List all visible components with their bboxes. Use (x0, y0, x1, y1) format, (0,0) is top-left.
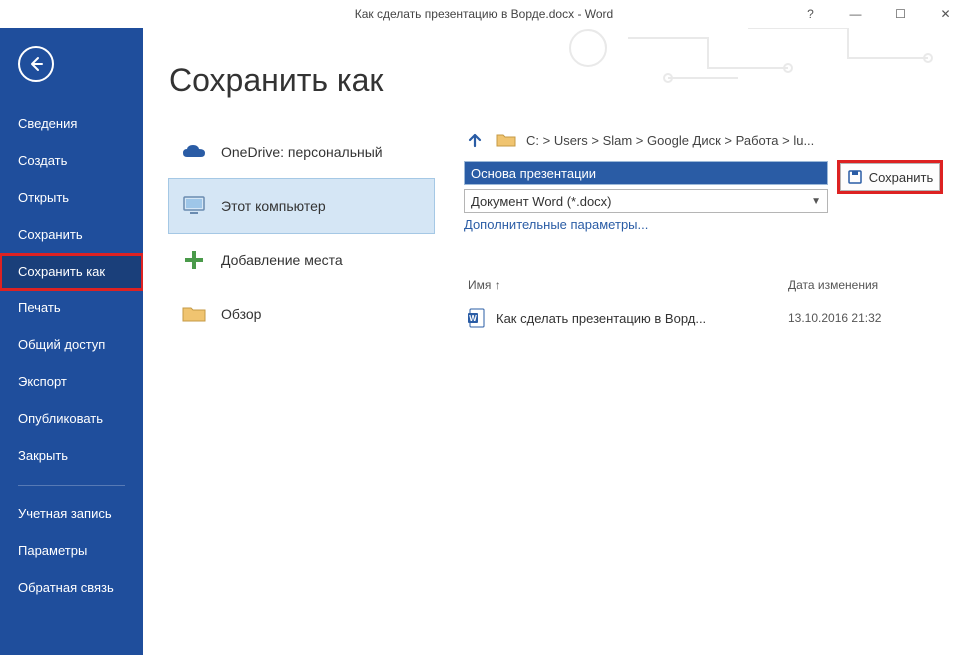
file-date: 13.10.2016 21:32 (788, 311, 938, 325)
window-controls: ? — ☐ ✕ (788, 0, 968, 28)
maximize-button[interactable]: ☐ (878, 0, 923, 28)
save-button[interactable]: Сохранить (840, 163, 940, 191)
arrow-left-icon (28, 56, 44, 72)
onedrive-icon (181, 139, 207, 165)
location-label: Этот компьютер (221, 198, 326, 214)
breadcrumb: C: > Users > Slam > Google Диск > Работа… (464, 129, 942, 151)
save-locations: OneDrive: персональный Этот компьютер Доба… (169, 125, 434, 341)
addplace-icon (181, 247, 207, 273)
minimize-button[interactable]: — (833, 0, 878, 28)
sidebar-item-9[interactable]: Закрыть (0, 438, 143, 475)
sidebar-item-7[interactable]: Экспорт (0, 364, 143, 401)
save-details: C: > Users > Slam > Google Диск > Работа… (464, 125, 942, 341)
close-button[interactable]: ✕ (923, 0, 968, 28)
svg-text:W: W (469, 314, 477, 323)
sidebar-item-0[interactable]: Сведения (0, 106, 143, 143)
titlebar: Как сделать презентацию в Ворде.docx - W… (0, 0, 968, 28)
location-thispc[interactable]: Этот компьютер (169, 179, 434, 233)
browse-icon (181, 301, 207, 327)
more-options-link[interactable]: Дополнительные параметры... (464, 217, 648, 232)
sidebar-item-1[interactable]: Создать (0, 143, 143, 180)
sidebar-separator (18, 485, 125, 486)
page-title: Сохранить как (169, 62, 942, 99)
sidebar-item-3[interactable]: Сохранить (0, 217, 143, 254)
header-name[interactable]: Имя ↑ (468, 278, 788, 292)
sidebar-item-6[interactable]: Общий доступ (0, 327, 143, 364)
save-icon (847, 169, 863, 185)
file-list-header: Имя ↑ Дата изменения (464, 272, 942, 298)
thispc-icon (181, 193, 207, 219)
location-onedrive[interactable]: OneDrive: персональный (169, 125, 434, 179)
backstage-sidebar: СведенияСоздатьОткрытьСохранитьСохранить… (0, 28, 143, 655)
help-button[interactable]: ? (788, 0, 833, 28)
sidebar-footer-item-2[interactable]: Обратная связь (0, 570, 143, 607)
sidebar-item-8[interactable]: Опубликовать (0, 401, 143, 438)
content-area: Сохранить как OneDrive: персональный Этот… (143, 28, 968, 655)
sidebar-item-5[interactable]: Печать (0, 290, 143, 327)
up-folder-button[interactable] (464, 129, 486, 151)
sidebar-item-4[interactable]: Сохранить как (0, 254, 143, 291)
folder-icon (496, 132, 516, 148)
sidebar-footer-item-1[interactable]: Параметры (0, 533, 143, 570)
location-label: OneDrive: персональный (221, 144, 383, 160)
window-title: Как сделать презентацию в Ворде.docx - W… (355, 7, 613, 21)
back-button[interactable] (18, 46, 54, 82)
filename-input[interactable] (464, 161, 828, 185)
filetype-dropdown[interactable]: Документ Word (*.docx) ▼ (464, 189, 828, 213)
save-button-label: Сохранить (869, 170, 934, 185)
filetype-value: Документ Word (*.docx) (471, 194, 612, 209)
file-row[interactable]: WКак сделать презентацию в Ворд...13.10.… (464, 298, 942, 338)
sidebar-footer-item-0[interactable]: Учетная запись (0, 496, 143, 533)
breadcrumb-path[interactable]: C: > Users > Slam > Google Диск > Работа… (526, 133, 814, 148)
word-doc-icon: W (468, 308, 486, 328)
arrow-up-icon (466, 131, 484, 149)
location-label: Обзор (221, 306, 261, 322)
location-browse[interactable]: Обзор (169, 287, 434, 341)
location-addplace[interactable]: Добавление места (169, 233, 434, 287)
save-button-highlight: Сохранить (838, 161, 942, 193)
file-name: WКак сделать презентацию в Ворд... (468, 308, 788, 328)
sidebar-item-2[interactable]: Открыть (0, 180, 143, 217)
caret-down-icon: ▼ (811, 196, 821, 207)
header-date[interactable]: Дата изменения (788, 278, 938, 292)
location-label: Добавление места (221, 252, 343, 268)
